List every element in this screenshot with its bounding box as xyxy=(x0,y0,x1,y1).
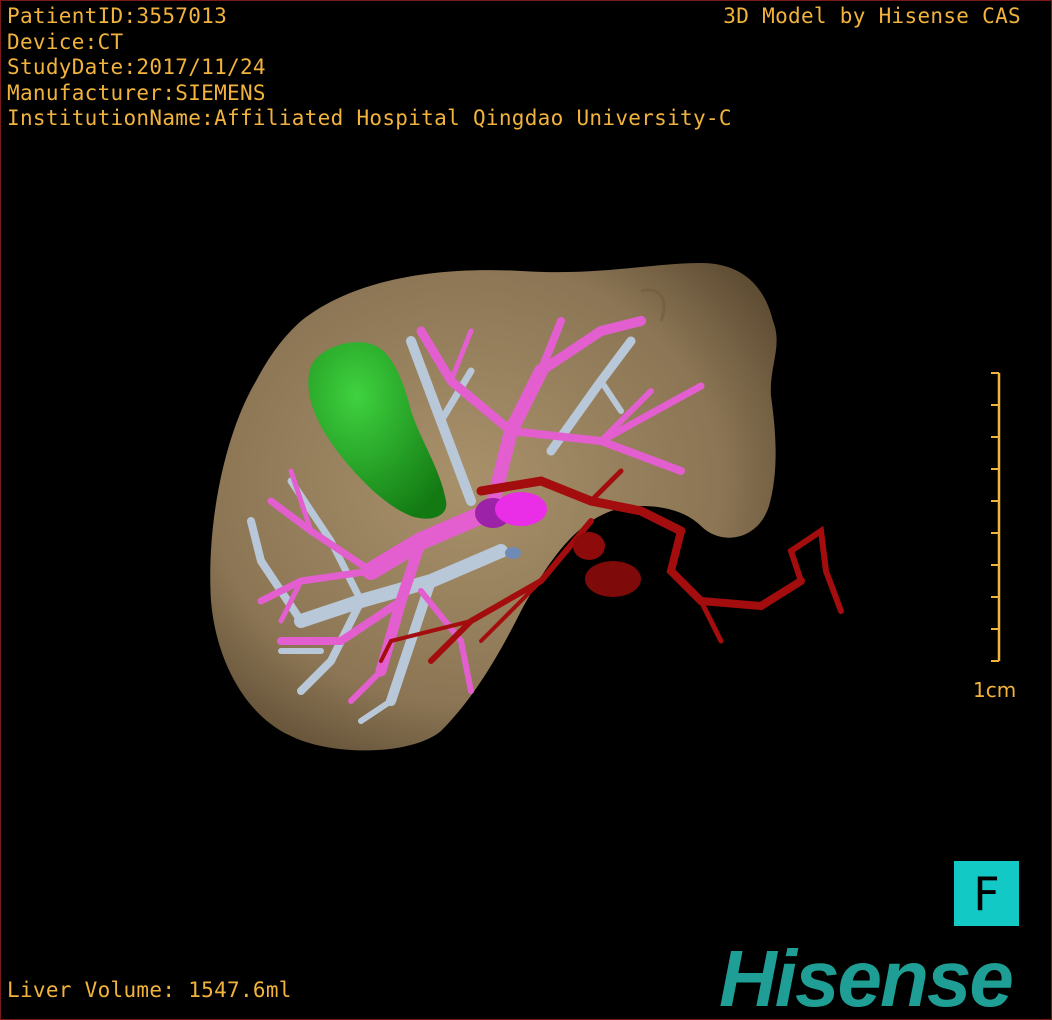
device-text: Device:CT xyxy=(7,29,124,54)
liver-3d-model[interactable] xyxy=(1,1,1052,1020)
study-date-text: StudyDate:2017/11/24 xyxy=(7,55,266,79)
orientation-marker-button[interactable]: F xyxy=(954,861,1019,926)
gallbladder xyxy=(495,492,547,526)
patient-id-text: PatientID:3557013 xyxy=(7,4,228,28)
artery-node xyxy=(573,532,605,560)
hisense-logo: Hisense xyxy=(719,934,1014,1020)
scale-bar-label: 1cm xyxy=(973,678,1017,702)
3d-viewport[interactable]: PatientID:3557013 Device:CT StudyDate:20… xyxy=(0,0,1052,1020)
scale-bar xyxy=(991,372,1001,662)
vein-stump xyxy=(505,547,521,559)
manufacturer-text: Manufacturer:SIEMENS xyxy=(7,80,266,105)
liver-volume-text: Liver Volume: 1547.6ml xyxy=(7,978,292,1002)
model-credit-text: 3D Model by Hisense CAS xyxy=(723,4,1021,28)
institution-text: InstitutionName:Affiliated Hospital Qing… xyxy=(7,106,732,130)
patient-info-overlay: PatientID:3557013 Device:CT StudyDate:20… xyxy=(7,4,732,132)
artery-node xyxy=(585,561,641,597)
